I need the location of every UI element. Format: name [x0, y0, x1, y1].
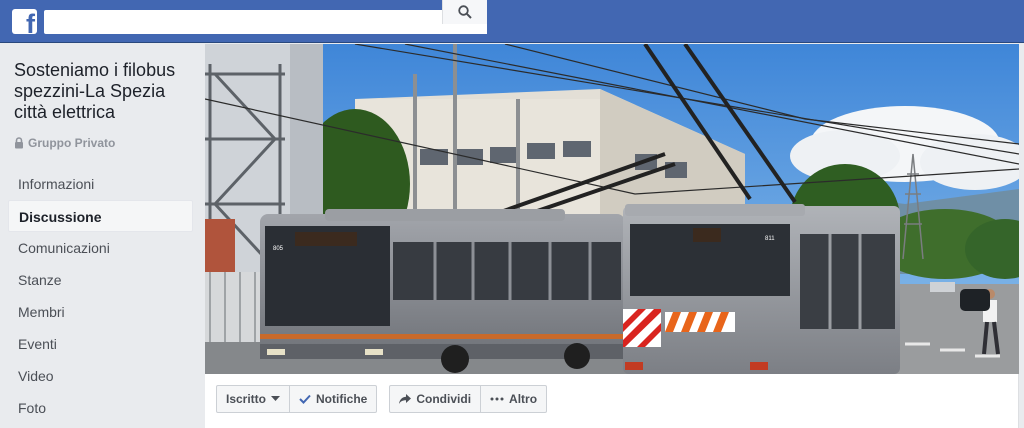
trolleybus-left: 805: [260, 209, 625, 373]
trolleybus-photo: 805 811: [205, 44, 1019, 374]
cover-photo[interactable]: 805 811: [205, 44, 1019, 374]
sidebar-item-video[interactable]: Video: [8, 360, 193, 392]
svg-text:805: 805: [273, 246, 284, 252]
group-actions: Iscritto Notifiche Condividi Altro: [216, 385, 548, 413]
search-icon: [458, 5, 472, 19]
group-title[interactable]: Sosteniamo i filobus spezzini-La Spezia …: [14, 60, 198, 123]
facebook-logo-letter: f: [26, 9, 35, 35]
notifiche-button[interactable]: Notifiche: [289, 386, 376, 412]
privacy-label: Gruppo Privato: [28, 136, 116, 150]
altro-button[interactable]: Altro: [480, 386, 546, 412]
group-nav: Informazioni Discussione Comunicazioni S…: [8, 168, 193, 424]
notifiche-label: Notifiche: [316, 392, 368, 406]
group-sidebar: Sosteniamo i filobus spezzini-La Spezia …: [0, 44, 204, 428]
search-box: [44, 10, 487, 34]
sidebar-item-eventi[interactable]: Eventi: [8, 328, 193, 360]
condividi-button[interactable]: Condividi: [390, 386, 480, 412]
sidebar-item-informazioni[interactable]: Informazioni: [8, 168, 193, 200]
checkmark-icon: [299, 394, 311, 404]
iscritto-label: Iscritto: [226, 392, 267, 406]
sidebar-item-comunicazioni[interactable]: Comunicazioni: [8, 232, 193, 264]
sidebar-item-membri[interactable]: Membri: [8, 296, 193, 328]
share-buttons: Condividi Altro: [389, 385, 548, 413]
iscritto-button[interactable]: Iscritto: [217, 386, 289, 412]
trolleybus-right: 811: [623, 204, 900, 374]
sidebar-item-stanze[interactable]: Stanze: [8, 264, 193, 296]
altro-label: Altro: [509, 392, 538, 406]
facebook-logo-icon[interactable]: f: [12, 9, 37, 34]
sidebar-item-foto[interactable]: Foto: [8, 392, 193, 424]
membership-buttons: Iscritto Notifiche: [216, 385, 378, 413]
lock-icon: [15, 137, 23, 149]
sidebar-item-discussione[interactable]: Discussione: [8, 200, 193, 232]
search-button[interactable]: [442, 0, 487, 24]
caret-down-icon: [271, 396, 281, 401]
svg-text:811: 811: [765, 236, 775, 242]
condividi-label: Condividi: [416, 392, 472, 406]
top-navigation-bar: f: [0, 0, 1024, 43]
group-privacy: Gruppo Privato: [14, 136, 115, 150]
group-header: 805 811 Iscritto Notifiche Condividi Alt…: [205, 44, 1019, 428]
search-input[interactable]: [44, 10, 434, 34]
more-dots-icon: [490, 397, 504, 401]
share-arrow-icon: [399, 394, 412, 404]
